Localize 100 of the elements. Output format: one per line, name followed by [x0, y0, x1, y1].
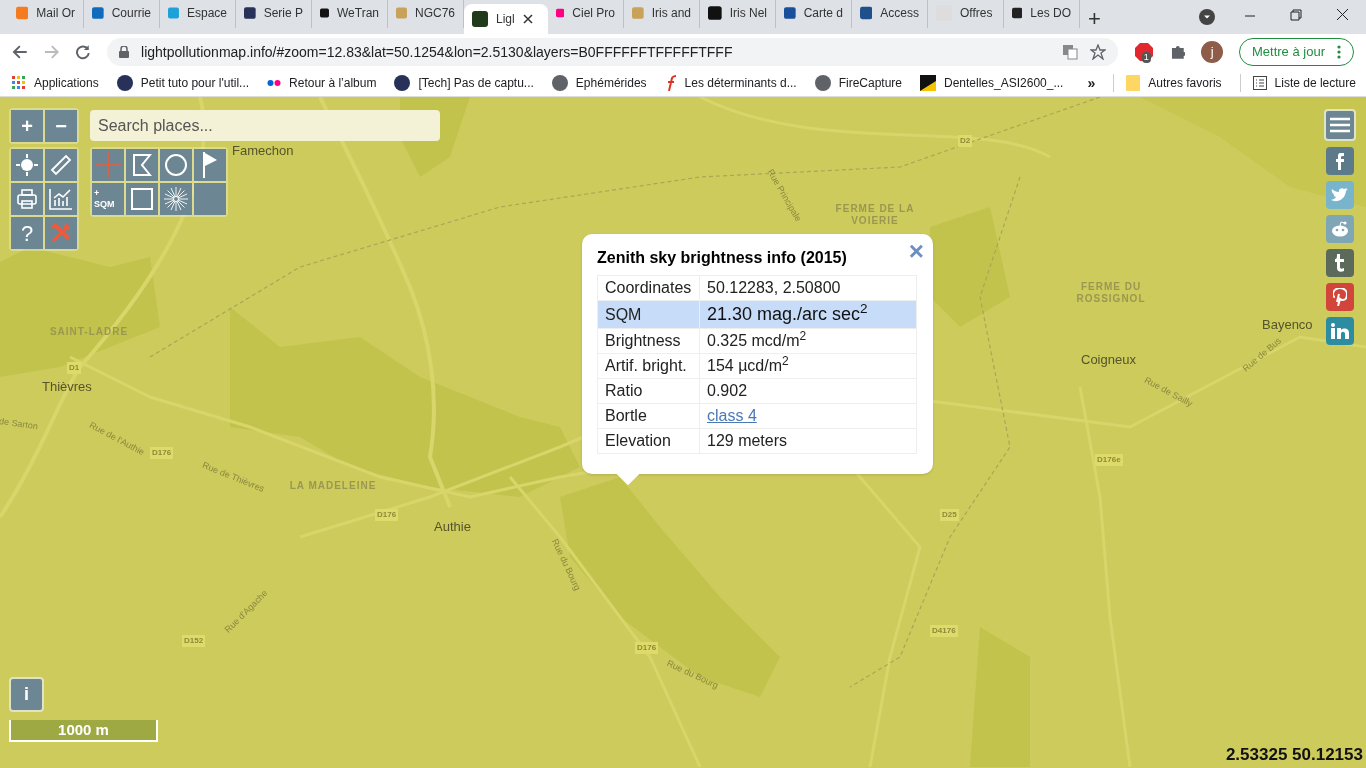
bortle-link[interactable]: class 4: [707, 407, 757, 424]
info-button[interactable]: i: [9, 677, 44, 712]
address-bar[interactable]: lightpollutionmap.info/#zoom=12.83&lat=50.1254&lon=2.5130&layers=B0FFFFFFTFFFFFTFFF: [107, 38, 1118, 66]
facebook-button[interactable]: [1326, 147, 1354, 175]
facebook-icon: [1335, 152, 1345, 170]
circle-icon: [164, 153, 188, 177]
browser-tab[interactable]: Ligl: [464, 4, 548, 34]
cross-icon: [95, 152, 121, 178]
help-button[interactable]: ?: [11, 217, 43, 249]
bookmark[interactable]: Les déterminants d...: [664, 74, 797, 92]
print-button[interactable]: [11, 183, 43, 215]
info-row: SQM 21.30 mag./arc sec$^{2}$: [597, 300, 917, 329]
bookmark[interactable]: Applications: [12, 74, 99, 92]
url-text: lightpollutionmap.info/#zoom=12.83&lat=50.1254&lon=2.5130&layers=B0FFFFFFTFFFFFTFFF: [141, 42, 734, 62]
zoom-in-button[interactable]: +: [11, 110, 43, 142]
zoom-out-button[interactable]: −: [45, 110, 77, 142]
tumblr-icon: [1334, 254, 1346, 272]
browser-tab[interactable]: Iris Nel: [700, 0, 776, 28]
rectangle-button[interactable]: [126, 183, 158, 215]
map-label: D2: [958, 135, 973, 147]
info-row: Artif. bright. 154 µcd/m$^{2}$: [597, 353, 917, 379]
flag-icon: [202, 152, 218, 178]
puzzle-icon[interactable]: [1169, 44, 1186, 60]
bookmark[interactable]: Ephémérides: [551, 74, 647, 92]
close-icon[interactable]: [522, 14, 533, 24]
browser-tab[interactable]: Espace: [160, 0, 236, 28]
reading-list-button[interactable]: Liste de lecture: [1239, 74, 1356, 92]
map-label: Rue de Bus: [1240, 334, 1285, 376]
reload-icon[interactable]: [75, 44, 92, 60]
map-label: D176e: [1095, 454, 1123, 466]
map-label: SAINT-LADRE: [48, 326, 130, 338]
radiance-button[interactable]: [160, 183, 192, 215]
site-icon: [632, 5, 644, 21]
site-icon: [244, 5, 256, 21]
browser-tab[interactable]: Les DO: [1004, 0, 1080, 28]
browser-tab[interactable]: Iris and: [624, 0, 700, 28]
bookmark[interactable]: Dentelles_ASI2600_...: [920, 74, 1064, 92]
browser-tab[interactable]: Courrie: [84, 0, 160, 28]
profile-avatar[interactable]: j: [1201, 41, 1223, 63]
site-icon: [16, 5, 29, 21]
menu-button[interactable]: [1324, 109, 1356, 141]
search-field[interactable]: Search places...: [90, 110, 440, 141]
bookmark[interactable]: Petit tuto pour l'util...: [116, 74, 250, 92]
translate-icon[interactable]: [1061, 44, 1078, 60]
browser-tab[interactable]: Serie P: [236, 0, 312, 28]
forward-icon[interactable]: [43, 44, 60, 60]
restore-icon[interactable]: [1290, 9, 1302, 21]
browser-tab[interactable]: Access: [852, 0, 928, 28]
browser-tab[interactable]: Ciel Pro: [548, 0, 624, 28]
map-label: Coigneux: [1081, 351, 1136, 369]
twitter-button[interactable]: [1326, 181, 1354, 209]
more-bookmarks-button[interactable]: »: [1087, 72, 1096, 94]
measure-button[interactable]: [45, 149, 77, 181]
locate-button[interactable]: [11, 149, 43, 181]
reddit-button[interactable]: [1326, 215, 1354, 243]
map-label: Rue du Bourg: [549, 537, 584, 594]
new-tab-button[interactable]: +: [1088, 8, 1101, 30]
lock-icon: [119, 46, 130, 58]
site-icon: [92, 5, 104, 21]
map-label: de Sarton: [0, 415, 39, 434]
tab-search-icon[interactable]: [1199, 9, 1215, 25]
map-label: Authie: [434, 518, 471, 536]
site-icon: [784, 5, 796, 21]
close-icon[interactable]: [1336, 8, 1349, 21]
chart-button[interactable]: [45, 183, 77, 215]
empty-tool-slot: [194, 183, 226, 215]
marker-button[interactable]: [194, 149, 226, 181]
pinterest-button[interactable]: [1326, 283, 1354, 311]
polygon-button[interactable]: [126, 149, 158, 181]
bookmark-folder[interactable]: Autres favoris: [1113, 74, 1222, 92]
bookmark[interactable]: [Tech] Pas de captu...: [394, 74, 534, 92]
linkedin-button[interactable]: [1326, 317, 1354, 345]
map-label: Thièvres: [42, 378, 92, 396]
map-label: Bayenco: [1262, 316, 1313, 334]
info-row: Bortle class 4: [597, 403, 917, 429]
browser-tab[interactable]: WeTran: [312, 0, 388, 28]
crosshair-icon: [16, 154, 38, 176]
bookmark[interactable]: Retour à l’album: [267, 74, 377, 92]
polygon-icon: [132, 153, 152, 177]
extension-badge: 1: [1141, 52, 1151, 63]
star-icon[interactable]: [1089, 44, 1106, 60]
site-icon: [396, 5, 407, 21]
list-icon: [1252, 76, 1267, 90]
tumblr-button[interactable]: [1326, 249, 1354, 277]
square-icon: [130, 187, 154, 211]
sqm-button[interactable]: + SQM: [92, 183, 124, 215]
bookmark[interactable]: FireCapture: [814, 74, 902, 92]
scale-bar: 1000 m: [9, 720, 158, 742]
circle-button[interactable]: [160, 149, 192, 181]
browser-tab[interactable]: Mail Or: [8, 0, 84, 28]
dots-icon: [267, 79, 282, 87]
browser-tab[interactable]: Carte d: [776, 0, 852, 28]
site-icon: [920, 75, 936, 91]
popup-title: Zenith sky brightness info (2015): [597, 248, 847, 268]
browser-tab[interactable]: Offres: [928, 0, 1004, 28]
back-icon[interactable]: [12, 44, 28, 60]
map-label: Famechon: [232, 142, 294, 160]
info-row: Elevation 129 meters: [597, 428, 917, 454]
info-row: Brightness 0.325 mcd/m$^{2}$: [597, 328, 917, 354]
apps-grid-icon: [12, 76, 26, 90]
